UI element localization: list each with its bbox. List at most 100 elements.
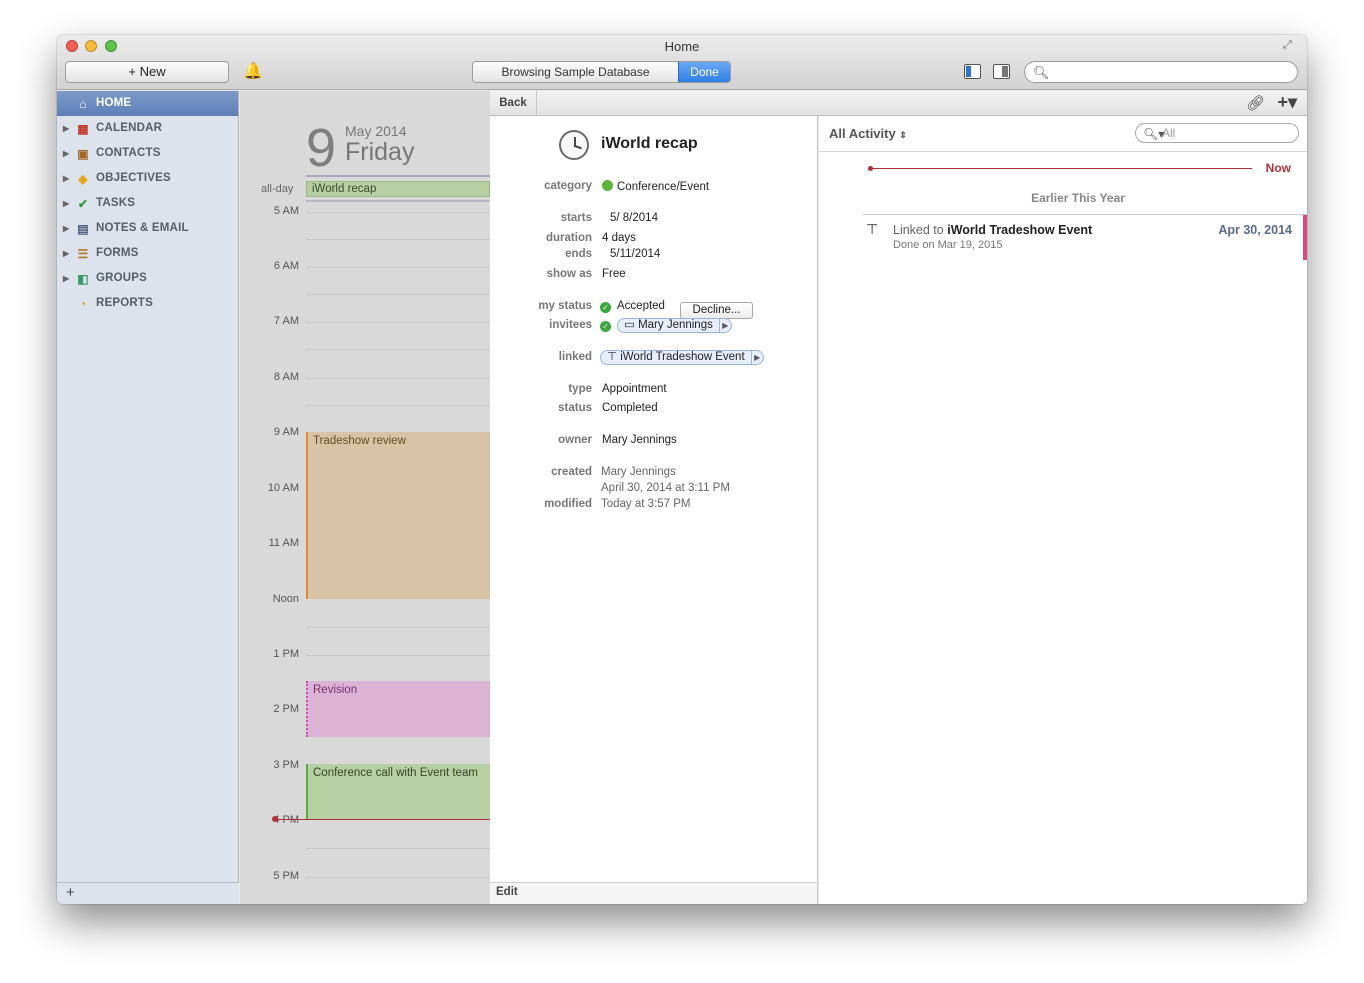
hour-line	[306, 322, 490, 323]
fullscreen-icon[interactable]: ⤢	[1283, 39, 1297, 53]
disclosure-triangle-icon[interactable]: ▶	[63, 191, 69, 216]
add-menu-icon[interactable]: +▾	[1277, 92, 1297, 113]
event-detail-panel: iWorld recap category Conference/Event s…	[490, 116, 818, 904]
token-menu-arrow-icon[interactable]: ▶	[718, 319, 731, 332]
objective-flag-icon: ⊤	[866, 221, 879, 237]
app-window: Home ⤢ + New 🔔 Browsing Sample Database …	[57, 35, 1307, 904]
starts-field[interactable]: 5/ 8/2014	[610, 212, 658, 224]
decline-button[interactable]: Decline...	[680, 302, 753, 319]
linked-token[interactable]: ⊤ iWorld Tradeshow Event ▶	[600, 350, 764, 365]
half-hour-line	[306, 848, 490, 849]
calendar-event[interactable]: Revision	[306, 681, 490, 737]
disclosure-triangle-icon[interactable]: ▶	[63, 141, 69, 166]
show-as-value[interactable]: Free	[602, 268, 626, 280]
hour-line	[306, 267, 490, 268]
owner-value[interactable]: Mary Jennings	[602, 434, 677, 446]
hour-label: 7 AM	[273, 315, 299, 327]
type-value[interactable]: Appointment	[602, 383, 667, 395]
sidebar-item-objectives[interactable]: ▶ ◈ OBJECTIVES	[57, 166, 238, 191]
show-as-label: show as	[546, 268, 592, 280]
hour-label: 1 PM	[273, 648, 299, 660]
add-item-button[interactable]: +	[66, 884, 75, 901]
section-divider	[863, 214, 1307, 215]
now-timeline-line	[868, 166, 1252, 171]
checkmark-icon: ✔	[77, 197, 89, 211]
activity-entry-date: Apr 30, 2014	[1218, 223, 1292, 237]
hour-label: 11 AM	[268, 537, 299, 549]
sidebar-item-label: CONTACTS	[96, 147, 161, 159]
activity-entry-prefix: Linked to	[893, 223, 944, 237]
allday-label: all-day	[261, 183, 294, 195]
sidebar-item-reports[interactable]: ◔ REPORTS	[57, 291, 238, 316]
ends-field[interactable]: 5/11/2014	[610, 248, 660, 260]
sidebar-item-home[interactable]: ⌂ HOME	[57, 91, 238, 116]
status-value[interactable]: Completed	[602, 402, 658, 414]
linked-value: ⊤ iWorld Tradeshow Event ▶	[600, 350, 764, 365]
sidebar-item-calendar[interactable]: ▶ ▦ CALENDAR	[57, 116, 238, 141]
sidebar-item-groups[interactable]: ▶ ◧ GROUPS	[57, 266, 238, 291]
category-value[interactable]: Conference/Event	[602, 180, 709, 193]
left-pane-toggle-icon[interactable]	[964, 64, 981, 79]
bell-icon[interactable]: 🔔	[243, 63, 263, 81]
duration-field[interactable]: 4 days	[602, 232, 636, 244]
calendar-event[interactable]: Tradeshow review	[306, 432, 490, 599]
current-time-line	[275, 819, 490, 820]
calendar-event[interactable]: Conference call with Event team	[306, 764, 490, 820]
sidebar-item-notes-email[interactable]: ▶ ▤ NOTES & EMAIL	[57, 216, 238, 241]
sidebar-item-contacts[interactable]: ▶ ▣ CONTACTS	[57, 141, 238, 166]
right-pane-toggle-icon[interactable]	[993, 64, 1010, 79]
activity-panel: All Activity ⇕ 🔍︎▾ All Now Earlier This …	[819, 116, 1307, 904]
invitee-name: Mary Jennings	[638, 319, 713, 331]
new-button[interactable]: + New	[65, 61, 229, 83]
hour-line	[306, 212, 490, 213]
half-hour-line	[306, 405, 490, 406]
half-hour-line	[306, 349, 490, 350]
linked-name: iWorld Tradeshow Event	[620, 351, 745, 363]
month-year: May 2014	[345, 123, 407, 139]
disclosure-triangle-icon[interactable]: ▶	[63, 116, 69, 141]
sidebar-item-label: GROUPS	[96, 272, 148, 284]
disclosure-triangle-icon[interactable]: ▶	[63, 266, 69, 291]
invitee-token[interactable]: ▭ Mary Jennings ▶	[617, 318, 732, 333]
hour-label: 4 PM	[273, 814, 299, 826]
sidebar-item-label: FORMS	[96, 247, 139, 259]
activity-entry-link[interactable]: iWorld Tradeshow Event	[947, 223, 1092, 237]
weekday: Friday	[345, 138, 415, 166]
disclosure-triangle-icon[interactable]: ▶	[63, 166, 69, 191]
current-time-dot	[272, 816, 278, 822]
activity-search-input[interactable]: 🔍︎▾ All	[1135, 123, 1299, 143]
starts-label: starts	[560, 212, 592, 224]
status-label: status	[558, 402, 592, 414]
hour-label: 5 AM	[273, 205, 299, 217]
back-button[interactable]: Back	[490, 91, 537, 116]
activity-filter-select[interactable]: All Activity ⇕	[829, 126, 907, 141]
toolbar-search-input[interactable]: 🔍︎	[1024, 61, 1298, 83]
hour-label: 6 AM	[273, 260, 299, 272]
search-icon: 🔍︎▾	[1143, 127, 1165, 141]
house-icon: ⌂	[79, 97, 87, 111]
event-title: iWorld recap	[601, 135, 698, 152]
sidebar-item-tasks[interactable]: ▶ ✔ TASKS	[57, 191, 238, 216]
link-icon[interactable]: 🔗︎	[1246, 94, 1265, 112]
accepted-check-icon: ✓	[600, 302, 611, 313]
calendar-icon: ▦	[77, 122, 89, 136]
pie-chart-icon: ◔	[79, 297, 87, 311]
disclosure-triangle-icon[interactable]: ▶	[63, 241, 69, 266]
notes-icon: ▤	[77, 222, 89, 236]
title-bar: Home ⤢ + New 🔔 Browsing Sample Database …	[57, 35, 1307, 90]
clock-icon	[559, 130, 589, 160]
half-hour-line	[306, 294, 490, 295]
sidebar-item-label: CALENDAR	[96, 122, 163, 134]
section-heading: Earlier This Year	[1031, 191, 1125, 205]
objective-icon: ⊤	[607, 351, 621, 363]
done-button[interactable]: Done	[678, 62, 730, 82]
disclosure-triangle-icon[interactable]: ▶	[63, 216, 69, 241]
allday-event[interactable]: iWorld recap	[306, 181, 490, 197]
created-at-value: April 30, 2014 at 3:11 PM	[601, 482, 730, 494]
category-color-icon	[602, 180, 613, 191]
sidebar-item-forms[interactable]: ▶ ☰ FORMS	[57, 241, 238, 266]
my-status-text: Accepted	[617, 300, 665, 312]
edit-button[interactable]: Edit	[496, 886, 518, 898]
token-menu-arrow-icon[interactable]: ▶	[750, 351, 763, 364]
updown-arrows-icon: ⇕	[899, 130, 907, 140]
